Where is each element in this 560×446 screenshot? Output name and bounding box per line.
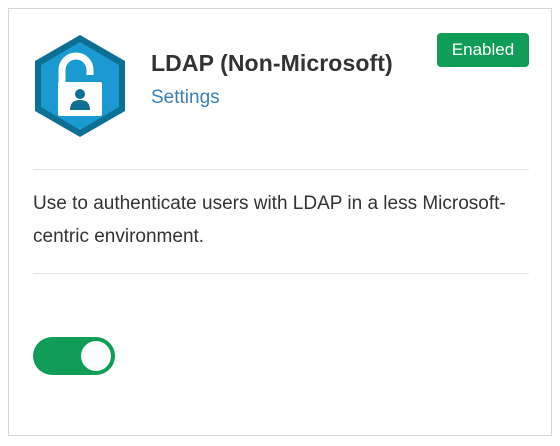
integration-description: Use to authenticate users with LDAP in a… [33, 193, 506, 247]
status-badge: Enabled [437, 33, 529, 67]
ldap-logo [32, 33, 128, 139]
divider [33, 169, 529, 170]
padlock-user-icon [35, 35, 125, 137]
integration-card: LDAP (Non-Microsoft) Settings Enabled Us… [8, 8, 552, 436]
toggle-knob [81, 341, 111, 371]
settings-link[interactable]: Settings [151, 87, 220, 109]
integration-title: LDAP (Non-Microsoft) [151, 50, 393, 76]
divider [33, 273, 529, 274]
enable-toggle[interactable] [33, 337, 115, 375]
